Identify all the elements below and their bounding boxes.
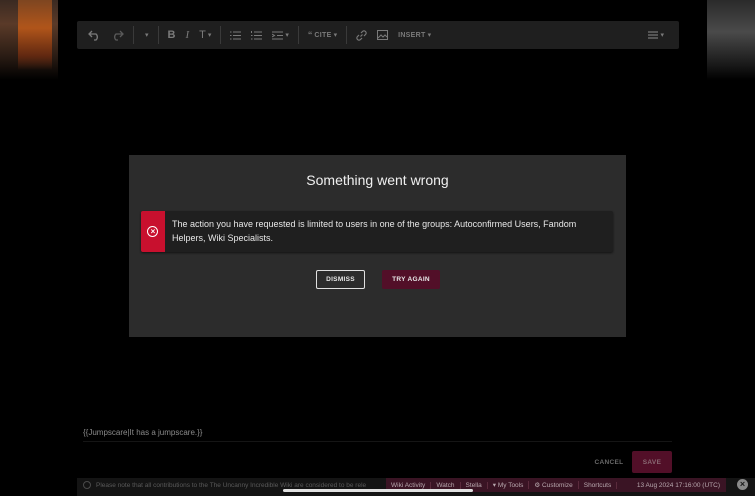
format-dropdown[interactable]: ▾ — [138, 21, 154, 49]
chevron-down-icon: ▾ — [207, 32, 212, 39]
link-button[interactable] — [351, 21, 372, 49]
quote-icon: “ — [307, 30, 313, 40]
editor-toolbar: ▾ B I T ▾ ▾ “ CITE ▾ INSERT ▾ ▾ — [77, 21, 679, 49]
error-message: The action you have requested is limited… — [171, 219, 577, 243]
error-message-box: × The action you have requested is limit… — [141, 211, 613, 252]
image-button[interactable] — [372, 21, 393, 49]
customize-link[interactable]: ⚙ Customize — [529, 481, 579, 489]
undo-icon — [88, 30, 98, 41]
shortcuts-link[interactable]: Shortcuts — [579, 481, 618, 489]
chevron-down-icon: ▾ — [427, 32, 432, 39]
toolbar-separator — [346, 26, 348, 44]
try-again-button[interactable]: TRY AGAIN — [382, 270, 440, 289]
wiki-activity-link[interactable]: Wiki Activity — [386, 481, 432, 489]
menu-icon — [648, 31, 659, 39]
background-right-art — [707, 0, 755, 80]
close-icon[interactable]: × — [737, 479, 748, 490]
italic-button[interactable]: I — [180, 21, 194, 49]
scroll-indicator — [283, 489, 473, 492]
background-flame — [18, 0, 52, 70]
customize-label: Customize — [542, 482, 573, 489]
error-stripe: × — [141, 211, 165, 252]
info-icon — [83, 481, 91, 489]
toolbar-separator — [297, 26, 299, 44]
my-tools-menu[interactable]: ▾ My Tools — [488, 481, 530, 489]
cite-button[interactable]: “ CITE ▾ — [303, 21, 342, 49]
numbered-list-button[interactable] — [246, 21, 267, 49]
indent-dropdown[interactable]: ▾ — [267, 21, 294, 49]
chevron-down-icon: ▾ — [285, 32, 289, 39]
redo-icon — [114, 30, 124, 41]
indent-icon — [272, 31, 284, 39]
bullet-list-button[interactable] — [225, 21, 246, 49]
error-icon: × — [147, 226, 159, 237]
watch-link[interactable]: Watch — [431, 481, 461, 489]
bullet-list-icon — [230, 31, 242, 39]
link-icon — [356, 29, 367, 41]
my-tools-label: My Tools — [497, 482, 524, 489]
insert-dropdown[interactable]: INSERT ▾ — [393, 21, 436, 49]
bold-button[interactable]: B — [163, 21, 181, 49]
chevron-down-icon: ▾ — [145, 32, 149, 39]
cite-label: CITE — [314, 31, 332, 39]
gear-icon: ⚙ — [534, 482, 543, 489]
undo-button[interactable] — [83, 21, 106, 49]
cancel-button[interactable]: CANCEL — [589, 455, 629, 470]
background-left-art — [0, 0, 58, 80]
timestamp: 13 Aug 2024 17:16:00 (UTC) — [636, 481, 720, 489]
page-options-menu[interactable]: ▾ — [643, 21, 669, 49]
image-icon — [377, 30, 389, 40]
numbered-list-icon — [251, 30, 263, 39]
license-notice: Please note that all contributions to th… — [83, 481, 366, 489]
toolbar-separator — [220, 26, 222, 44]
redo-button[interactable] — [106, 21, 129, 49]
text-style-dropdown[interactable]: T ▾ — [194, 21, 216, 49]
toolbar-separator — [157, 26, 159, 44]
toolbar-separator — [133, 26, 134, 44]
bold-icon: B — [167, 29, 176, 41]
italic-icon: I — [185, 29, 190, 41]
dialog-title: Something went wrong — [306, 172, 449, 188]
insert-label: INSERT — [398, 31, 426, 39]
chevron-down-icon: ▾ — [333, 32, 338, 39]
license-notice-text: Please note that all contributions to th… — [96, 481, 367, 489]
chevron-down-icon: ▾ — [660, 32, 664, 39]
dismiss-button[interactable]: DISMISS — [316, 270, 365, 289]
save-button[interactable]: SAVE — [632, 451, 672, 473]
text-style-icon: T — [199, 29, 206, 41]
user-link[interactable]: Stella — [461, 481, 488, 489]
editor-content[interactable]: {{Jumpscare|It has a jumpscare.}} — [83, 428, 202, 437]
editor-divider — [83, 441, 672, 442]
